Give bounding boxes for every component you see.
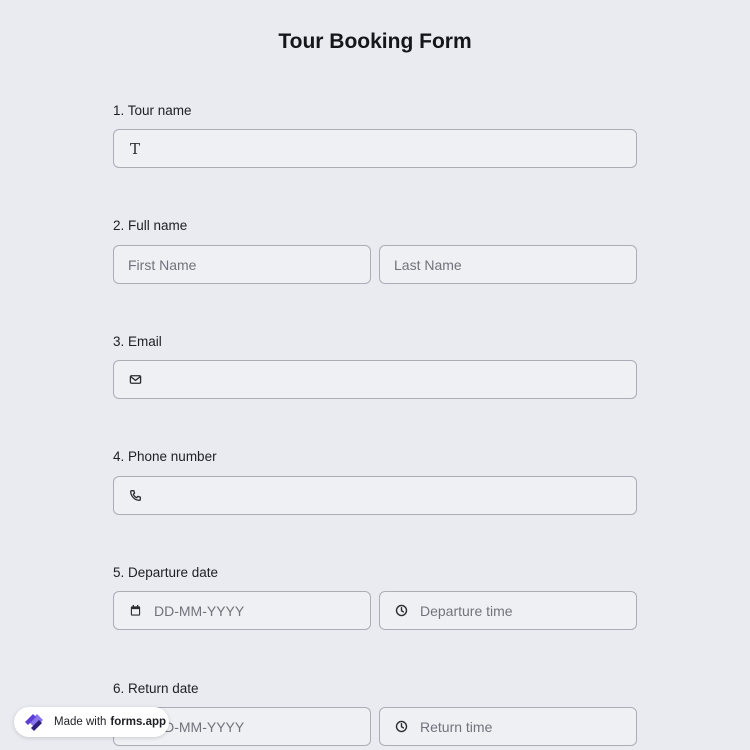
form-page: Tour Booking Form 1. Tour name T 2. Full… <box>0 0 750 750</box>
departure-date-placeholder: DD-MM-YYYY <box>154 602 245 619</box>
calendar-icon <box>128 604 142 618</box>
clock-icon <box>394 720 408 734</box>
question-label-return: 6. Return date <box>113 681 199 696</box>
return-time-input[interactable]: Return time <box>379 707 637 746</box>
envelope-icon <box>128 373 142 387</box>
question-label-full-name: 2. Full name <box>113 218 188 233</box>
last-name-placeholder: Last Name <box>394 256 462 273</box>
last-name-input[interactable]: Last Name <box>379 245 637 284</box>
question-label-tour-name: 1. Tour name <box>113 103 192 118</box>
first-name-placeholder: First Name <box>128 256 197 273</box>
question-label-phone: 4. Phone number <box>113 449 217 464</box>
return-time-placeholder: Return time <box>420 718 493 735</box>
question-label-email: 3. Email <box>113 334 162 349</box>
departure-date-input[interactable]: DD-MM-YYYY <box>113 591 371 630</box>
first-name-input[interactable]: First Name <box>113 245 371 284</box>
departure-time-input[interactable]: Departure time <box>379 591 637 630</box>
departure-time-placeholder: Departure time <box>420 602 513 619</box>
question-label-departure: 5. Departure date <box>113 565 219 580</box>
phone-input[interactable] <box>113 476 637 515</box>
text-icon: T <box>129 139 140 158</box>
phone-icon <box>128 489 142 503</box>
made-with-forms-app-badge[interactable]: Made with forms.app <box>14 707 169 737</box>
email-input[interactable] <box>113 360 637 399</box>
badge-prefix: Made with <box>54 716 107 728</box>
badge-brand: forms.app <box>110 716 167 728</box>
tour-name-input[interactable]: T <box>113 129 637 168</box>
clock-icon <box>394 604 408 618</box>
forms-app-logo-icon <box>20 711 50 733</box>
form-title: Tour Booking Form <box>278 30 472 53</box>
